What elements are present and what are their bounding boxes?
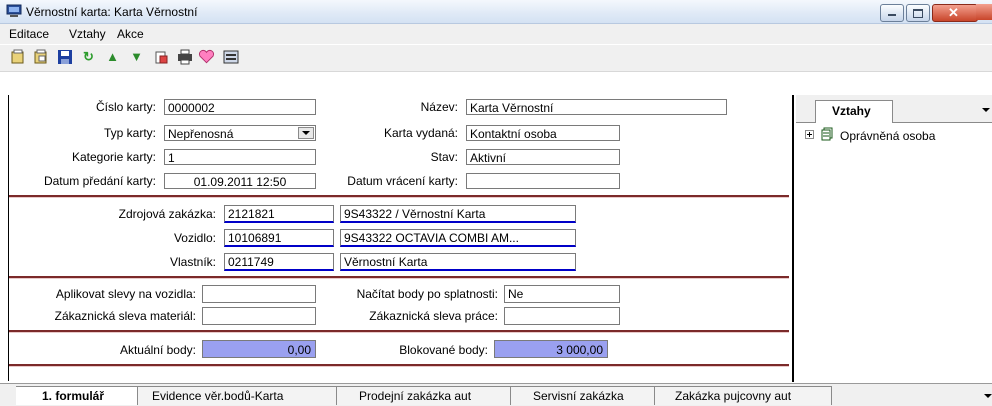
- aplikovat-slevy-label: Aplikovat slevy na vozidla:: [55, 287, 196, 301]
- section-divider: [9, 195, 789, 198]
- typ-karty-select[interactable]: Nepřenosná: [164, 125, 316, 141]
- tab-zakazka-pujcovny[interactable]: Zakázka pujcovny aut: [655, 386, 832, 405]
- copy-icon[interactable]: [32, 48, 49, 65]
- aplikovat-slevy-field[interactable]: [202, 285, 316, 303]
- kategorie-karty-field[interactable]: 1: [164, 149, 316, 165]
- tab-vztahy-label: Vztahy: [832, 104, 871, 118]
- tree-item-opravnena-osoba[interactable]: Oprávněná osoba: [840, 129, 935, 143]
- section-divider: [9, 330, 789, 333]
- tab-servisni-zakazka[interactable]: Servisní zakázka: [511, 386, 655, 405]
- sleva-material-label: Zákaznická sleva materiál:: [54, 309, 196, 323]
- typ-karty-value: Nepřenosná: [168, 127, 234, 141]
- datum-predani-field[interactable]: 01.09.2011 12:50: [164, 173, 316, 189]
- dropdown-button[interactable]: [298, 127, 314, 139]
- heart-icon[interactable]: [198, 48, 215, 65]
- menu-bar: [0, 24, 992, 44]
- cislo-karty-label: Číslo karty:: [95, 100, 156, 114]
- minimize-icon: [888, 14, 896, 16]
- nazev-label: Název:: [420, 100, 458, 114]
- maximize-icon: [913, 9, 923, 18]
- cislo-karty-field[interactable]: 0000002: [164, 99, 316, 115]
- aktualni-body-field[interactable]: 0,00: [202, 340, 316, 358]
- blokovane-body-label: Blokované body:: [399, 343, 488, 357]
- aktualni-body-label: Aktuální body:: [119, 343, 196, 357]
- window-title: Věrnostní karta: Karta Věrnostní: [26, 5, 198, 19]
- section-divider: [9, 364, 789, 367]
- datum-vraceni-label: Datum vrácení karty:: [347, 174, 458, 188]
- stav-field[interactable]: Aktivní: [466, 149, 620, 165]
- close-button[interactable]: ✕: [932, 4, 978, 22]
- app-window-icon: [6, 4, 22, 17]
- vozidlo-code-field[interactable]: 10106891: [224, 229, 334, 247]
- zdrojova-zakazka-label: Zdrojová zakázka:: [118, 207, 216, 221]
- karta-vydana-field[interactable]: Kontaktní osoba: [466, 125, 620, 141]
- vlastnik-label: Vlastník:: [169, 255, 216, 269]
- close-icon: ✕: [948, 5, 959, 20]
- vlastnik-desc-field[interactable]: Věrnostní Karta: [340, 253, 576, 271]
- karta-vydana-label: Karta vydaná:: [383, 126, 458, 140]
- move-up-icon[interactable]: ▲: [104, 48, 121, 65]
- tab-prodejni-zakazka[interactable]: Prodejní zakázka aut: [337, 386, 511, 405]
- kategorie-karty-label: Kategorie karty:: [71, 150, 156, 164]
- document-stack-icon: [821, 127, 833, 141]
- chevron-down-icon: [302, 131, 310, 135]
- maximize-button[interactable]: [906, 4, 930, 22]
- vozidlo-label: Vozidlo:: [173, 231, 216, 245]
- pane-menu-chevron-icon[interactable]: [982, 108, 990, 112]
- sleva-prace-field[interactable]: [504, 307, 620, 325]
- minimize-button[interactable]: [880, 4, 904, 22]
- datum-vraceni-field[interactable]: [466, 173, 620, 189]
- tab-evidence-bodu[interactable]: Evidence věr.bodů-Karta: [138, 386, 337, 405]
- nazev-field[interactable]: Karta Věrnostní: [466, 99, 727, 115]
- zdrojova-zakazka-desc-field[interactable]: 9S43322 / Věrnostní Karta: [340, 205, 576, 223]
- typ-karty-label: Typ karty:: [103, 126, 156, 140]
- toolbar: [0, 45, 992, 72]
- sleva-prace-label: Zákaznická sleva práce:: [369, 309, 498, 323]
- datum-predani-label: Datum předání karty:: [43, 174, 156, 188]
- stav-label: Stav:: [430, 150, 458, 164]
- vozidlo-desc-field[interactable]: 9S43322 OCTAVIA COMBI AM...: [340, 229, 576, 247]
- section-divider: [9, 276, 789, 279]
- new-icon[interactable]: [9, 48, 26, 65]
- nacitat-body-label: Načítat body po splatnosti:: [356, 287, 498, 301]
- move-down-icon[interactable]: ▼: [128, 48, 145, 65]
- menu-editace[interactable]: Editace: [9, 27, 49, 41]
- blokovane-body-field[interactable]: 3 000,00: [494, 340, 608, 358]
- sleva-material-field[interactable]: [202, 307, 316, 325]
- form-icon[interactable]: [222, 48, 239, 65]
- nacitat-body-field[interactable]: Ne: [504, 285, 620, 303]
- tab-vztahy[interactable]: Vztahy: [815, 100, 893, 123]
- expand-plus-icon[interactable]: [805, 130, 814, 139]
- close-button-edge: [976, 4, 992, 20]
- save-icon[interactable]: [56, 48, 73, 65]
- menu-vztahy[interactable]: Vztahy: [69, 27, 106, 41]
- refresh-icon[interactable]: ↻: [80, 48, 97, 65]
- pane-splitter[interactable]: [792, 95, 794, 382]
- tab-formular[interactable]: 1. formulář: [16, 386, 138, 405]
- zdrojova-zakazka-code-field[interactable]: 2121821: [224, 205, 334, 223]
- paste-icon[interactable]: [152, 48, 169, 65]
- print-icon[interactable]: [176, 48, 193, 65]
- menu-akce[interactable]: Akce: [117, 27, 144, 41]
- vlastnik-code-field[interactable]: 0211749: [224, 253, 334, 271]
- tabs-menu-chevron-icon[interactable]: [984, 394, 992, 398]
